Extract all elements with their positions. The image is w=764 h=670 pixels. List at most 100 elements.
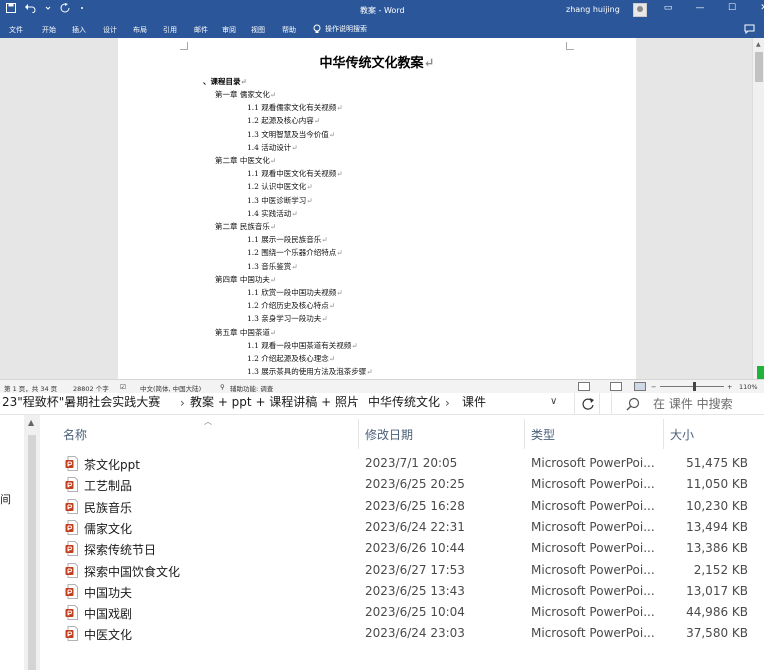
toc-item-label: 1.3 中医诊断学习 — [247, 195, 307, 205]
column-date[interactable]: 修改日期 — [365, 426, 413, 443]
paragraph-mark: ↵ — [269, 90, 277, 99]
status-bar: 第 1 页，共 34 页 28802 个字 ☑ 中文(简体, 中国大陆) ⚲ 辅… — [0, 379, 764, 393]
table-row[interactable]: 探索传统节日 2023/6/26 10:44 Microsoft PowerPoi.… — [40, 538, 764, 559]
tab-layout[interactable]: 布局 — [133, 25, 147, 35]
toc-item-label: 1.4 活动设计 — [247, 142, 292, 152]
column-divider[interactable] — [663, 419, 664, 449]
table-row[interactable]: 探索中国饮食文化 2023/6/27 17:53 Microsoft PowerPo… — [40, 560, 764, 581]
table-row[interactable]: 茶文化ppt 2023/7/1 20:05 Microsoft PowerPoi..… — [40, 453, 764, 474]
column-size[interactable]: 大小 — [670, 426, 694, 443]
column-headers: ︿ 名称 修改日期 类型 大小 — [40, 415, 764, 449]
table-row[interactable]: 儒家文化 2023/6/24 22:31 Microsoft PowerPoi...… — [40, 517, 764, 538]
document-title: 教案 - Word — [360, 6, 405, 15]
close-icon[interactable]: ✕ — [758, 3, 764, 13]
breadcrumb-separator-icon[interactable]: › — [445, 396, 450, 410]
scrollbar-thumb[interactable] — [28, 435, 36, 670]
toc-item-label: 1.1 观看一段中国茶道有关视频 — [247, 340, 352, 350]
column-type[interactable]: 类型 — [531, 426, 555, 443]
scrollbar-thumb[interactable] — [755, 52, 763, 82]
navigation-pane[interactable]: 间 ▲ — [0, 415, 40, 670]
chevron-down-icon[interactable] — [45, 3, 51, 13]
customize-qat-icon[interactable] — [79, 3, 85, 13]
toc-chapter-title: 第二章 中医文化 — [215, 156, 270, 165]
ribbon-tabs: 文件 开始 插入 设计 布局 引用 邮件 审阅 视图 帮助 操作说明搜索 — [0, 21, 764, 38]
search-input[interactable]: 在 课件 中搜索 — [611, 393, 764, 415]
proofing-icon[interactable]: ☑ — [120, 383, 126, 391]
paragraph-mark: ↵ — [269, 327, 277, 337]
toc-title: 、课程目录↵ — [203, 77, 247, 86]
comments-icon[interactable] — [744, 24, 755, 34]
avatar[interactable] — [633, 3, 647, 17]
toc-chapter-title: 第四章 中国功夫 — [215, 274, 270, 284]
tab-help[interactable]: 帮助 — [282, 25, 296, 35]
user-name[interactable]: zhang huijing — [566, 5, 620, 14]
undo-icon[interactable] — [25, 3, 36, 13]
word-count[interactable]: 28802 个字 — [73, 383, 109, 393]
breadcrumb-separator-icon[interactable]: › — [180, 396, 185, 410]
tab-home[interactable]: 开始 — [42, 25, 56, 35]
maximize-icon[interactable]: ☐ — [726, 3, 738, 13]
paragraph-mark: ↵ — [306, 195, 313, 205]
tell-me-search[interactable]: 操作说明搜索 — [313, 24, 367, 34]
address-dropdown-icon[interactable]: ∨ — [550, 396, 557, 407]
tab-mailings[interactable]: 邮件 — [194, 25, 208, 35]
table-row[interactable]: 民族音乐 2023/6/25 16:28 Microsoft PowerPoi...… — [40, 496, 764, 517]
document-page[interactable]: 中华传统文化教案↵ 、课程目录↵ 第一章 儒家文化↵ 1.1 观看儒家文化有关视频… — [118, 38, 636, 379]
page-count[interactable]: 第 1 页，共 34 页 — [4, 383, 57, 393]
minimize-icon[interactable]: — — [694, 3, 706, 13]
tab-view[interactable]: 视图 — [251, 25, 265, 35]
language-status[interactable]: 中文(简体, 中国大陆) — [140, 383, 201, 393]
screen: 教案 - Word zhang huijing ▭ — ☐ ✕ 文件 开始 插入… — [0, 0, 764, 670]
breadcrumb-2[interactable]: 教案 + ppt + 课程讲稿 + 照片 — [190, 393, 359, 410]
document-scrollbar[interactable]: ▲ — [752, 38, 764, 379]
ribbon-display-icon[interactable]: ▭ — [662, 3, 674, 13]
scroll-up-icon[interactable]: ▲ — [756, 41, 761, 48]
table-row[interactable]: 中国戏剧 2023/6/25 10:04 Microsoft PowerPoi...… — [40, 602, 764, 623]
refresh-button[interactable] — [574, 393, 600, 415]
breadcrumb-4[interactable]: 课件 — [462, 393, 486, 410]
redo-icon[interactable] — [60, 3, 70, 13]
file-size: 10,230 KB — [686, 498, 748, 513]
nav-item-clipped[interactable]: 间 — [0, 491, 11, 507]
powerpoint-file-icon — [65, 519, 78, 535]
column-divider[interactable] — [358, 419, 359, 449]
print-layout-icon[interactable] — [634, 382, 646, 391]
accessibility-status[interactable]: 辅助功能: 调查 — [230, 383, 273, 393]
zoom-slider-knob[interactable] — [693, 382, 696, 391]
column-name[interactable]: 名称 — [63, 426, 87, 443]
address-bar[interactable]: 23"程致杯"暑期社会实践大赛 › 教案 + ppt + 课程讲稿 + 照片 ›… — [0, 393, 764, 415]
nav-scrollbar[interactable]: ▲ — [24, 415, 40, 670]
file-type: Microsoft PowerPoi... — [531, 541, 655, 556]
tab-references[interactable]: 引用 — [163, 25, 177, 35]
zoom-level[interactable]: 110% — [739, 383, 758, 391]
zoom-in-icon[interactable]: + — [727, 383, 732, 391]
table-row[interactable]: 中医文化 2023/6/24 23:03 Microsoft PowerPoi...… — [40, 623, 764, 644]
quick-access-toolbar — [6, 3, 85, 13]
breadcrumb-3[interactable]: 中华传统文化 — [368, 393, 440, 410]
zoom-out-icon[interactable]: − — [651, 383, 656, 391]
paragraph-mark: ↵ — [336, 248, 343, 258]
breadcrumb-separator-icon[interactable]: › — [352, 396, 357, 410]
tab-review[interactable]: 审阅 — [222, 25, 236, 35]
tab-design[interactable]: 设计 — [103, 25, 117, 35]
accessibility-icon[interactable]: ⚲ — [220, 383, 225, 391]
tab-insert[interactable]: 插入 — [72, 25, 86, 35]
paragraph-mark: ↵ — [291, 208, 298, 218]
column-divider[interactable] — [524, 419, 525, 449]
powerpoint-file-icon — [65, 626, 78, 642]
tell-me-label: 操作说明搜索 — [325, 25, 367, 33]
toc-item: 1.2 认识中医文化↵ — [247, 181, 313, 192]
tab-file[interactable]: 文件 — [9, 25, 23, 35]
read-mode-icon[interactable] — [610, 382, 622, 391]
zoom-slider[interactable] — [660, 386, 724, 387]
toc-item: 1.3 音乐鉴赏↵ — [247, 261, 298, 272]
table-row[interactable]: 工艺制品 2023/6/25 20:25 Microsoft PowerPoi...… — [40, 474, 764, 495]
powerpoint-file-icon — [65, 498, 78, 514]
table-row[interactable]: 中国功夫 2023/6/25 13:43 Microsoft PowerPoi...… — [40, 581, 764, 602]
scroll-up-icon[interactable]: ▲ — [28, 418, 34, 427]
paragraph-mark: ↵ — [328, 129, 336, 139]
toc-item-label: 1.2 介绍起源及核心理念 — [247, 354, 329, 363]
save-icon[interactable] — [6, 3, 16, 13]
breadcrumb-1[interactable]: 23"程致杯"暑期社会实践大赛 — [2, 393, 160, 410]
focus-view-icon[interactable] — [578, 382, 590, 391]
